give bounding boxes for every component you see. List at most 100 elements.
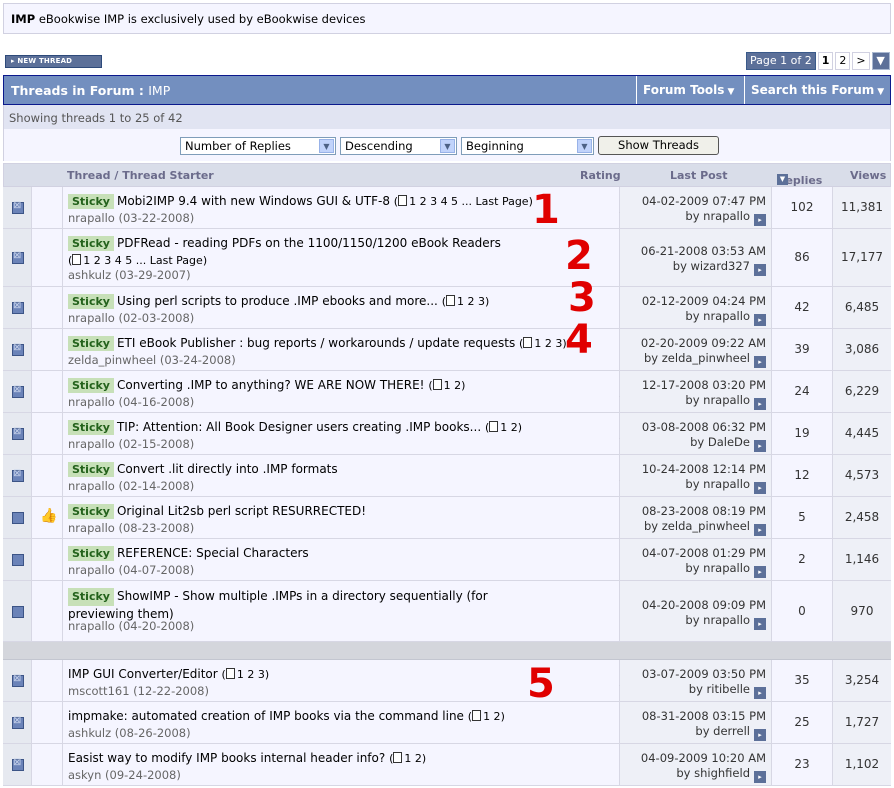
sort-order-select[interactable]: Descending ▼ (340, 137, 457, 155)
reply-count[interactable]: 35 (772, 673, 832, 687)
go-to-last-post-icon[interactable]: ▸ (754, 771, 766, 783)
go-to-last-post-icon[interactable]: ▸ (754, 398, 766, 410)
thread-starter: nrapallo (04-07-2008) (68, 563, 195, 577)
reply-count[interactable]: 12 (772, 468, 832, 482)
last-poster-link[interactable]: by shighfield (676, 766, 750, 780)
thread-starter: nrapallo (02-03-2008) (68, 311, 195, 325)
col-last-post[interactable]: Last Post (670, 169, 728, 182)
views-cell: 4,573 (833, 455, 891, 496)
thread-folder-icon (12, 250, 24, 264)
view-count: 6,485 (844, 300, 880, 314)
last-post-date: 04-09-2009 10:20 AM (640, 751, 766, 765)
last-post-by: by zelda_pinwheel ▸ (644, 519, 766, 536)
show-threads-button[interactable]: Show Threads (598, 136, 719, 155)
forum-tools-menu[interactable]: Forum Tools ▼ (636, 76, 744, 104)
forum-link[interactable]: IMP (148, 83, 170, 98)
last-poster-link[interactable]: by DaleDe (690, 435, 750, 449)
last-poster-link[interactable]: by nrapallo (685, 561, 750, 575)
last-post-cell: 02-12-2009 04:24 PM by nrapallo ▸ (620, 287, 772, 328)
thread-title-link[interactable]: Using perl scripts to produce .IMP ebook… (117, 294, 438, 308)
thread-starter: nrapallo (04-16-2008) (68, 395, 195, 409)
thread-title-link[interactable]: ShowIMP - Show multiple .IMPs in a direc… (68, 589, 488, 621)
forum-description-text: eBookwise IMP is exclusively used by eBo… (38, 12, 366, 26)
reply-count[interactable]: 0 (772, 604, 832, 618)
replies-cell: 2 (772, 539, 833, 580)
go-to-last-post-icon[interactable]: ▸ (754, 314, 766, 326)
sticky-badge: Sticky (68, 462, 114, 477)
reply-count[interactable]: 19 (772, 426, 832, 440)
thread-title: Sticky REFERENCE: Special Characters (68, 546, 309, 561)
search-forum-menu[interactable]: Search this Forum ▼ (744, 76, 891, 104)
thread-folder-icon (12, 200, 24, 214)
go-to-last-post-icon[interactable]: ▸ (754, 687, 766, 699)
thread-starter: zelda_pinwheel (03-24-2008) (68, 353, 236, 367)
views-cell: 6,485 (833, 287, 891, 328)
thread-title-link[interactable]: Convert .lit directly into .IMP formats (117, 462, 338, 476)
last-post-date: 10-24-2008 12:14 PM (641, 462, 766, 476)
thread-title-link[interactable]: IMP GUI Converter/Editor (68, 667, 218, 681)
go-to-last-post-icon[interactable]: ▸ (754, 264, 766, 276)
last-poster-link[interactable]: by ritibelle (689, 682, 750, 696)
reply-count[interactable]: 23 (772, 757, 832, 771)
thread-title-link[interactable]: REFERENCE: Special Characters (117, 546, 309, 560)
sort-field-select[interactable]: Number of Replies ▼ (180, 137, 336, 155)
last-poster-link[interactable]: by derrell (695, 724, 750, 738)
sticky-badge: Sticky (68, 378, 114, 393)
replies-cell: 42 (772, 287, 833, 328)
thread-title-link[interactable]: Converting .IMP to anything? WE ARE NOW … (117, 378, 425, 392)
thread-title-link[interactable]: Mobi2IMP 9.4 with new Windows GUI & UTF-… (117, 194, 390, 208)
last-poster-link[interactable]: by nrapallo (685, 209, 750, 223)
status-cell (3, 660, 32, 701)
thread-row: StickyUsing perl scripts to produce .IMP… (3, 287, 891, 329)
last-poster-link[interactable]: by nrapallo (685, 613, 750, 627)
thread-title-link[interactable]: Original Lit2sb perl script RESURRECTED! (117, 504, 366, 518)
go-to-last-post-icon[interactable]: ▸ (754, 566, 766, 578)
last-poster-link[interactable]: by nrapallo (685, 309, 750, 323)
page-2-link[interactable]: 2 (835, 52, 851, 70)
forum-description: IMP eBookwise IMP is exclusively used by… (3, 3, 891, 34)
last-post-by: by shighfield ▸ (676, 766, 766, 783)
reply-count[interactable]: 42 (772, 300, 832, 314)
reply-count[interactable]: 102 (772, 200, 832, 214)
go-to-last-post-icon[interactable]: ▸ (754, 618, 766, 630)
last-post-date: 02-20-2009 09:22 AM (640, 336, 766, 350)
reply-count[interactable]: 24 (772, 384, 832, 398)
reply-count[interactable]: 5 (772, 510, 832, 524)
page-menu-icon[interactable]: ▼ (871, 52, 890, 70)
go-to-last-post-icon[interactable]: ▸ (754, 356, 766, 368)
date-range-select[interactable]: Beginning ▼ (461, 137, 594, 155)
reply-count[interactable]: 86 (772, 250, 832, 264)
reply-count[interactable]: 25 (772, 715, 832, 729)
last-poster-link[interactable]: by zelda_pinwheel (644, 351, 750, 365)
replies-cell: 25 (772, 702, 833, 743)
col-views[interactable]: Views (850, 169, 886, 182)
thread-title-link[interactable]: TIP: Attention: All Book Designer users … (117, 420, 481, 434)
col-thread[interactable]: Thread / Thread Starter (67, 169, 214, 182)
new-thread-button[interactable]: ▸ NEW THREAD (5, 55, 102, 68)
last-poster-link[interactable]: by zelda_pinwheel (644, 519, 750, 533)
reply-count[interactable]: 39 (772, 342, 832, 356)
go-to-last-post-icon[interactable]: ▸ (754, 440, 766, 452)
go-to-last-post-icon[interactable]: ▸ (754, 729, 766, 741)
thread-title-link[interactable]: Easist way to modify IMP books internal … (68, 751, 385, 765)
last-post-date: 04-20-2008 09:09 PM (641, 598, 766, 612)
view-count: 970 (850, 604, 874, 618)
col-rating[interactable]: Rating (580, 169, 621, 182)
post-icon-cell (32, 371, 63, 412)
last-poster-link[interactable]: by nrapallo (685, 393, 750, 407)
last-poster-link[interactable]: by nrapallo (685, 477, 750, 491)
threads-header: Threads in Forum : IMP Forum Tools ▼ Sear… (3, 75, 891, 105)
go-to-last-post-icon[interactable]: ▸ (754, 482, 766, 494)
view-count: 4,445 (844, 426, 880, 440)
page-navigation: Page 1 of 2 1 2 > ▼ (746, 52, 890, 70)
next-page-link[interactable]: > (852, 52, 870, 70)
last-poster-link[interactable]: by wizard327 (673, 259, 750, 273)
last-post-date: 04-02-2009 07:47 PM (641, 194, 766, 208)
thread-title-link[interactable]: ETI eBook Publisher : bug reports / work… (117, 336, 515, 350)
post-icon-cell: 👍 (32, 497, 63, 538)
thread-title-link[interactable]: PDFRead - reading PDFs on the 1100/1150/… (117, 236, 501, 250)
go-to-last-post-icon[interactable]: ▸ (754, 214, 766, 226)
go-to-last-post-icon[interactable]: ▸ (754, 524, 766, 536)
thread-title-link[interactable]: impmake: automated creation of IMP books… (68, 709, 464, 723)
reply-count[interactable]: 2 (772, 552, 832, 566)
